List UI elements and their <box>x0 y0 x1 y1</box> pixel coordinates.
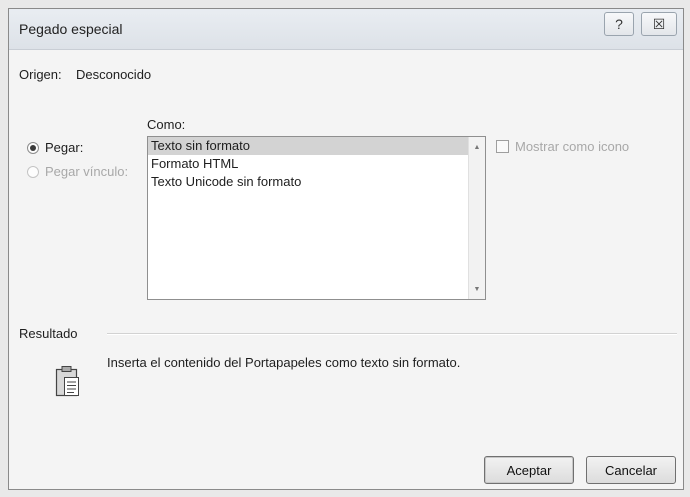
result-description: Inserta el contenido del Portapapeles co… <box>107 355 461 370</box>
listbox-scrollbar[interactable]: ▲ ▼ <box>468 137 485 299</box>
paste-special-dialog: Pegado especial ? ☒ Origen: Desconocido … <box>8 8 684 490</box>
paste-label[interactable]: Pegar: <box>45 140 83 155</box>
paste-link-label[interactable]: Pegar vínculo: <box>45 164 128 179</box>
ok-button[interactable]: Aceptar <box>484 456 574 484</box>
dialog-title: Pegado especial <box>19 21 123 37</box>
format-list-item[interactable]: Formato HTML <box>148 155 485 173</box>
help-button[interactable]: ? <box>604 12 634 36</box>
format-list-item[interactable]: Texto sin formato <box>148 137 485 155</box>
scroll-up-icon[interactable]: ▲ <box>469 139 485 155</box>
format-list-item[interactable]: Texto Unicode sin formato <box>148 173 485 191</box>
help-icon: ? <box>615 16 623 32</box>
show-as-icon-label[interactable]: Mostrar como icono <box>515 139 629 154</box>
title-bar: Pegado especial ? ☒ <box>9 9 683 50</box>
cancel-button[interactable]: Cancelar <box>586 456 676 484</box>
format-list: Texto sin formato Formato HTML Texto Unico… <box>148 137 485 191</box>
result-heading: Resultado <box>19 326 78 341</box>
close-button[interactable]: ☒ <box>641 12 677 36</box>
scroll-down-icon[interactable]: ▼ <box>469 281 485 297</box>
show-as-icon-checkbox[interactable] <box>496 140 509 153</box>
close-icon: ☒ <box>652 15 666 32</box>
clipboard-icon <box>55 366 79 397</box>
result-divider <box>107 333 677 335</box>
paste-radio[interactable] <box>27 142 39 154</box>
as-label: Como: <box>147 117 186 132</box>
origin-label: Origen: <box>19 67 62 82</box>
origin-value: Desconocido <box>76 67 152 82</box>
paste-link-radio[interactable] <box>27 166 39 178</box>
format-listbox[interactable]: Texto sin formato Formato HTML Texto Unico… <box>147 136 486 300</box>
